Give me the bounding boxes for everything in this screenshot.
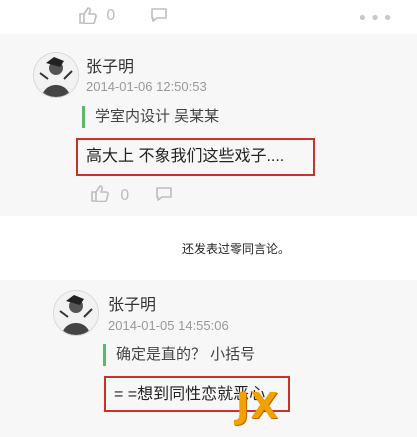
thumbs-up-icon	[90, 184, 110, 206]
comment-timestamp: 2014-01-06 12:50:53	[86, 79, 207, 94]
speech-bubble-icon	[155, 187, 173, 206]
more-options-button[interactable]: •••	[357, 8, 395, 29]
like-count: 0	[120, 186, 130, 204]
caption-text: 还发表过零同言论。	[182, 242, 291, 256]
avatar[interactable]	[33, 52, 79, 98]
reply-button[interactable]	[150, 7, 168, 23]
highlighted-reply: 高大上 不象我们这些戏子....	[76, 138, 315, 176]
reply-button[interactable]	[155, 186, 173, 206]
quoted-text: 确定是直的？ 小括号	[103, 344, 255, 366]
thumbs-up-icon	[78, 6, 98, 24]
watermark-logo: JX	[236, 386, 280, 427]
comment-username[interactable]: 张子明	[86, 53, 134, 77]
like-count: 0	[106, 6, 116, 24]
comment-card-1: 张子明 2014-01-06 12:50:53 学室内设计 吴某某 高大上 不象…	[0, 34, 417, 216]
avatar[interactable]	[53, 290, 99, 336]
comment-card-2: 张子明 2014-01-05 14:55:06 确定是直的？ 小括号 = =想到…	[0, 280, 417, 437]
like-button[interactable]: 0	[78, 6, 116, 24]
quoted-text: 学室内设计 吴某某	[82, 106, 219, 128]
speech-bubble-icon	[150, 7, 168, 23]
top-comment-actions: 0	[78, 6, 168, 24]
comment-timestamp: 2014-01-05 14:55:06	[108, 318, 229, 333]
comment-username[interactable]: 张子明	[108, 291, 156, 315]
like-button[interactable]: 0	[90, 184, 130, 206]
